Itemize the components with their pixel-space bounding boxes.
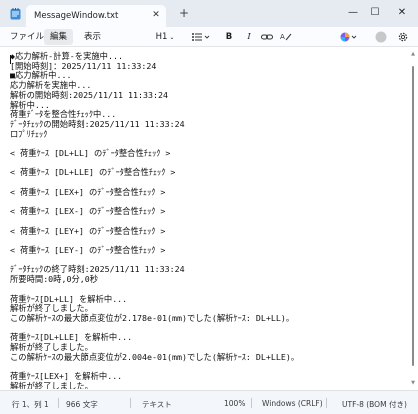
bold-button[interactable]: B xyxy=(222,29,236,45)
menu-view[interactable]: 表示 xyxy=(78,29,107,45)
zoom-level[interactable]: 100% xyxy=(224,399,245,408)
window-close-icon[interactable]: ✕ xyxy=(393,6,411,20)
encoding[interactable]: UTF-8 (BOM 付き) xyxy=(342,399,407,410)
minimize-icon[interactable]: — xyxy=(344,6,362,20)
link-button[interactable] xyxy=(260,29,274,45)
notepad-app-icon xyxy=(10,8,21,20)
heading-label: H1 xyxy=(155,32,168,42)
gear-icon xyxy=(398,32,408,42)
document-tab[interactable]: MessageWindow.txt ✕ xyxy=(26,5,166,27)
copilot-icon xyxy=(340,32,357,42)
chevron-down-icon: ⌄ xyxy=(167,34,175,41)
text-line: 所要時間:0時,0分,0秒 xyxy=(10,274,99,285)
text-line: 解析が終了しました。 xyxy=(10,380,93,389)
text-editor[interactable]: ◆応力解析-計算-を実施中... [開始時刻]：2025/11/11 11:33:… xyxy=(0,48,418,389)
status-divider xyxy=(58,398,59,408)
cursor-position: 行 1、列 1 xyxy=(12,400,49,409)
new-tab-plus-icon[interactable]: + xyxy=(178,7,190,20)
text-line: ﾃﾞｰﾀﾁｪｯｸの開始時刻:2025/11/11 11:33:24 xyxy=(10,118,185,129)
svg-text:A: A xyxy=(280,33,285,41)
italic-icon: I xyxy=(247,32,251,42)
link-icon xyxy=(261,34,273,40)
clear-formatting-icon: A xyxy=(280,33,292,41)
vertical-scrollbar[interactable]: ▲ ▼ xyxy=(410,50,416,387)
document-text[interactable]: ◆応力解析-計算-を実施中... [開始時刻]：2025/11/11 11:33:… xyxy=(10,51,406,389)
menu-bar: ファイル 編集 表示 H1 ⌄ B I A xyxy=(0,27,418,47)
notepad-window: MessageWindow.txt ✕ + — ☐ ✕ ファイル 編集 表示 H… xyxy=(0,0,418,414)
italic-button[interactable]: I xyxy=(242,29,256,45)
scroll-thumb[interactable] xyxy=(412,66,414,366)
text-line: < 荷重ｹｰｽ [DL+LL] のﾃﾞｰﾀ整合性ﾁｪｯｸ > xyxy=(10,148,171,159)
close-icon[interactable]: ✕ xyxy=(150,9,162,21)
text-line: < 荷重ｹｰｽ [LEX+] のﾃﾞｰﾀ整合性ﾁｪｯｸ > xyxy=(10,186,166,197)
text-line: この解析ｹｰｽの最大節点変位が2.004e-01(mm)でした(解析ｹｰｽ: D… xyxy=(10,351,300,362)
text-line: この解析ｹｰｽの最大節点変位が2.178e-01(mm)でした(解析ｹｰｽ: D… xyxy=(10,312,295,323)
text-line: < 荷重ｹｰｽ [DL+LLE] のﾃﾞｰﾀ整合性ﾁｪｯｸ > xyxy=(10,167,176,178)
text-line: 解析の開始時刻:2025/11/11 11:33:24 xyxy=(10,89,168,100)
tab-title: MessageWindow.txt xyxy=(34,11,119,21)
text-line: < 荷重ｹｰｽ [LEY+] のﾃﾞｰﾀ整合性ﾁｪｯｸ > xyxy=(10,225,166,236)
scroll-down-arrow-icon[interactable]: ▼ xyxy=(410,379,416,387)
text-line: < 荷重ｹｰｽ [LEX-] のﾃﾞｰﾀ整合性ﾁｪｯｸ > xyxy=(10,206,166,217)
format-indicator[interactable]: テキスト xyxy=(142,399,172,410)
account-avatar[interactable] xyxy=(374,29,388,45)
status-divider xyxy=(326,398,327,408)
status-bar: 行 1、列 1 966 文字 テキスト 100% Windows (CRLF) … xyxy=(0,390,418,414)
settings-button[interactable] xyxy=(396,29,410,45)
maximize-icon[interactable]: ☐ xyxy=(366,6,384,20)
text-line: ロﾌﾟﾘﾁｪｯｸ xyxy=(10,128,48,139)
line-ending[interactable]: Windows (CRLF) xyxy=(262,399,323,408)
avatar-icon xyxy=(375,31,387,43)
status-divider xyxy=(130,398,131,408)
list-icon xyxy=(192,33,210,41)
status-divider xyxy=(251,398,252,408)
bold-icon: B xyxy=(225,32,233,42)
scroll-up-arrow-icon[interactable]: ▲ xyxy=(410,50,416,58)
character-count: 966 文字 xyxy=(66,400,98,409)
clear-formatting-button[interactable]: A xyxy=(279,29,293,45)
menu-edit[interactable]: 編集 xyxy=(44,29,74,45)
copilot-dropdown[interactable] xyxy=(339,29,359,45)
list-dropdown[interactable] xyxy=(190,29,212,45)
text-line: < 荷重ｹｰｽ [LEY-] のﾃﾞｰﾀ整合性ﾁｪｯｸ > xyxy=(10,245,166,256)
heading-dropdown[interactable]: H1 ⌄ xyxy=(154,29,176,45)
title-bar: MessageWindow.txt ✕ + — ☐ ✕ xyxy=(0,0,418,27)
